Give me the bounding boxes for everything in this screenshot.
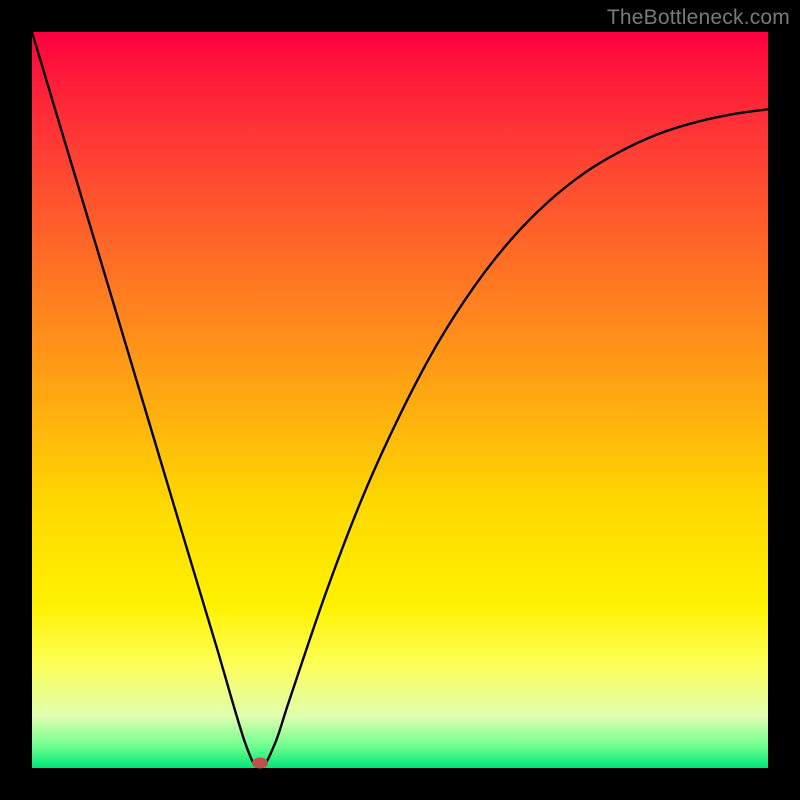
bottleneck-curve <box>32 32 768 768</box>
watermark-text: TheBottleneck.com <box>607 6 790 30</box>
min-marker-icon <box>252 757 268 768</box>
chart-frame: TheBottleneck.com <box>0 0 800 800</box>
plot-area <box>32 32 768 768</box>
